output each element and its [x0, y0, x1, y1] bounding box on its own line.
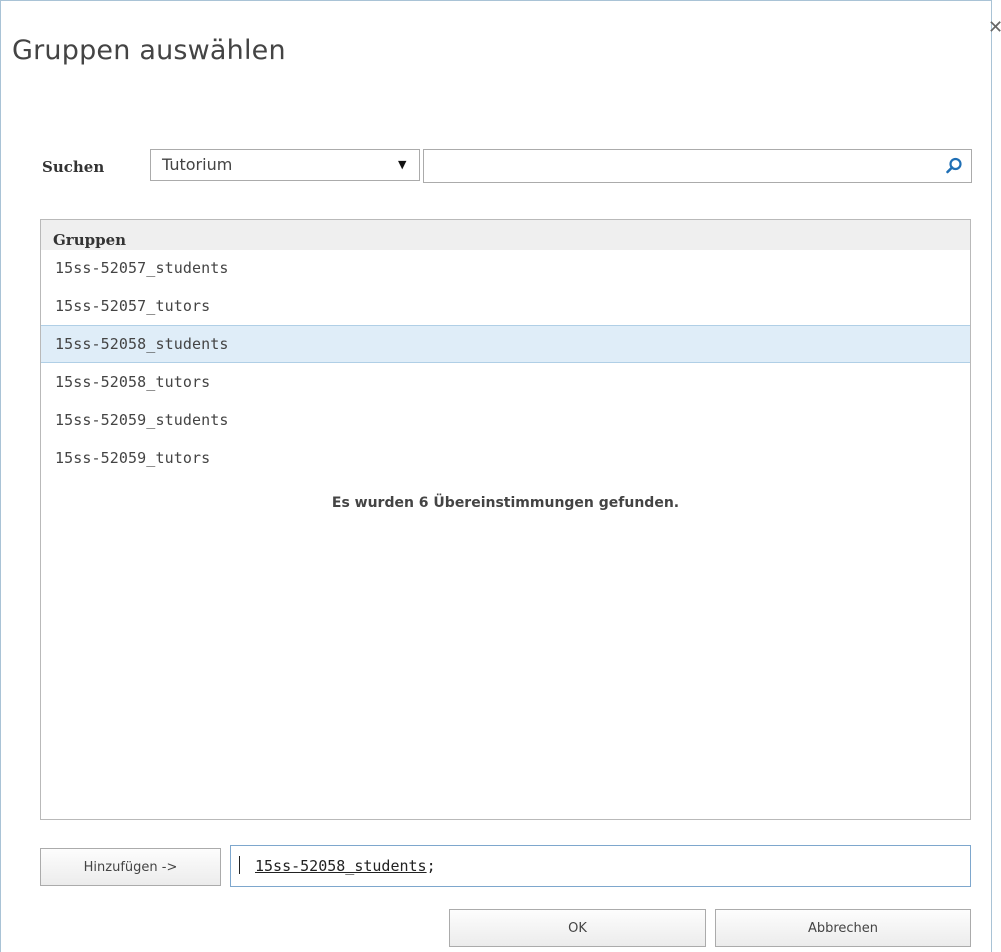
result-row-label: 15ss-52059_tutors: [55, 449, 211, 467]
ok-button[interactable]: OK: [449, 909, 706, 947]
result-row-label: 15ss-52058_tutors: [55, 373, 211, 391]
result-row[interactable]: 15ss-52059_students: [41, 401, 970, 439]
search-label: Suchen: [42, 158, 105, 176]
result-row[interactable]: 15ss-52059_tutors: [41, 439, 970, 477]
result-row[interactable]: 15ss-52058_tutors: [41, 363, 970, 401]
match-count-message: Es wurden 6 Übereinstimmungen gefunden.: [331, 495, 680, 511]
add-button[interactable]: Hinzufügen ->: [40, 848, 221, 886]
search-icon[interactable]: [945, 157, 963, 175]
cancel-button[interactable]: Abbrechen: [715, 909, 971, 947]
result-row[interactable]: 15ss-52058_students: [41, 325, 970, 363]
dialog-title: Gruppen auswählen: [12, 35, 286, 66]
text-caret: [239, 856, 240, 874]
search-scope-value: Tutorium: [162, 155, 233, 174]
results-list: Gruppen 15ss-52057_students 15ss-52057_tu…: [40, 219, 971, 820]
result-row-label: 15ss-52057_students: [55, 259, 229, 277]
results-header: Gruppen: [41, 220, 970, 250]
selected-groups-field[interactable]: 15ss-52058_students;: [230, 845, 971, 887]
result-row[interactable]: 15ss-52057_tutors: [41, 287, 970, 325]
result-row[interactable]: 15ss-52057_students: [41, 249, 970, 287]
results-header-label: Gruppen: [53, 231, 127, 249]
result-row-label: 15ss-52059_students: [55, 411, 229, 429]
result-row-label: 15ss-52058_students: [55, 335, 229, 353]
dropdown-arrow-icon: ▼: [398, 158, 407, 171]
search-scope-select[interactable]: Tutorium ▼: [150, 149, 420, 181]
selected-group-entry[interactable]: 15ss-52058_students;: [255, 857, 436, 875]
close-icon[interactable]: ✕: [988, 18, 1001, 38]
search-input[interactable]: [423, 149, 972, 183]
result-row-label: 15ss-52057_tutors: [55, 297, 211, 315]
